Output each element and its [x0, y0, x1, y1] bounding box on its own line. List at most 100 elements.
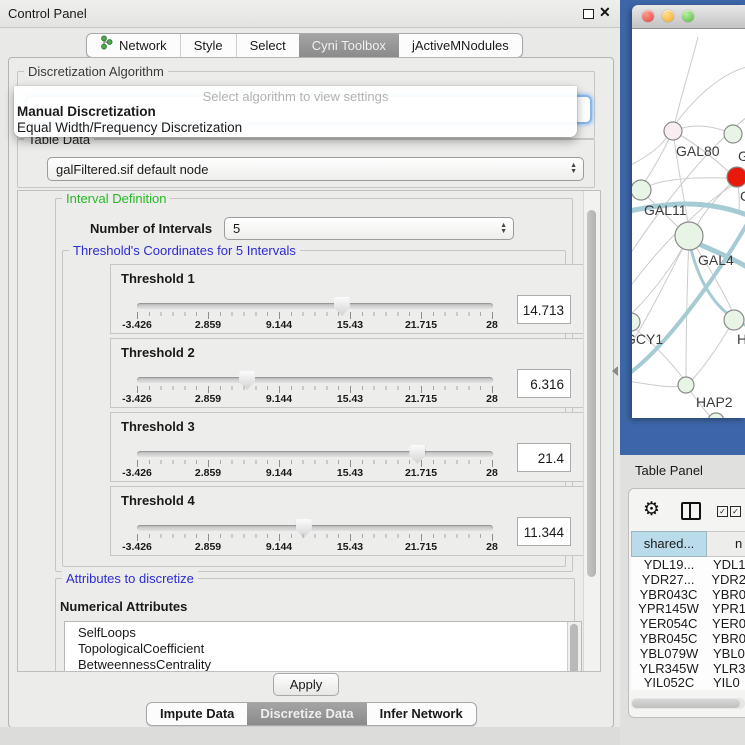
cell-shared-name[interactable]: YDL19... — [631, 557, 707, 572]
number-of-intervals-combobox[interactable]: 5 ▲▼ — [224, 217, 514, 240]
table-row[interactable]: YDR27...YDR2 — [631, 572, 745, 587]
network-edge[interactable] — [692, 320, 734, 380]
slider-tick-label: 21.715 — [405, 393, 437, 405]
table-row[interactable]: YIL052CYIL0 — [631, 675, 745, 690]
network-edge[interactable] — [632, 236, 689, 315]
network-edge[interactable] — [673, 67, 745, 127]
network-node-green[interactable] — [632, 313, 640, 331]
slider-major-ticks — [137, 312, 493, 319]
cell-shared-name[interactable]: YBR043C — [631, 587, 706, 602]
combo-stepper-icon: ▲▼ — [500, 218, 507, 239]
table-row[interactable]: YBR045CYBR0 — [631, 631, 745, 646]
float-window-icon[interactable] — [583, 9, 594, 19]
network-node-green[interactable] — [724, 310, 744, 330]
cell-name[interactable]: YDL1 — [707, 557, 745, 572]
close-traffic-light-icon[interactable] — [642, 10, 654, 22]
cell-name[interactable]: YIL0 — [707, 675, 740, 690]
cell-name[interactable]: YLR3 — [707, 661, 745, 676]
network-canvas[interactable]: GAL80GAGAL11CGAL4GCY1HHAP2 — [632, 29, 745, 418]
attribute-list-item[interactable]: TopologicalCoefficient — [65, 641, 581, 657]
numerical-attributes-list[interactable]: SelfLoopsTopologicalCoefficientBetweenne… — [64, 621, 582, 672]
number-of-intervals-label: Number of Intervals — [90, 221, 212, 236]
table-row[interactable]: YDL19...YDL1 — [631, 557, 745, 572]
network-node-green[interactable] — [708, 413, 724, 418]
network-node-green[interactable] — [678, 377, 694, 393]
table-header-row: shared... n — [631, 531, 745, 557]
table-row[interactable]: YER054CYER0 — [631, 616, 745, 631]
combo-stepper-icon: ▲▼ — [570, 158, 577, 180]
checkbox-icon[interactable]: ✓ — [717, 506, 728, 517]
apply-button[interactable]: Apply — [273, 673, 339, 696]
zoom-traffic-light-icon[interactable] — [682, 10, 694, 22]
tab-infer-network[interactable]: Infer Network — [367, 703, 476, 725]
cell-shared-name[interactable]: YLR345W — [631, 661, 707, 676]
settings-scrollbar-thumb[interactable] — [587, 210, 596, 577]
network-node-red[interactable] — [727, 167, 745, 187]
tab-network[interactable]: Network — [87, 34, 180, 57]
threshold-row: Threshold 3-3.4262.8599.14415.4321.71528… — [110, 412, 601, 482]
column-header-name[interactable]: n — [707, 531, 745, 557]
cell-name[interactable]: YBR0 — [706, 587, 745, 602]
split-divider-handle[interactable] — [612, 366, 618, 376]
network-edge[interactable] — [632, 381, 679, 387]
gear-icon[interactable]: ⚙ — [643, 498, 660, 521]
table-row[interactable]: YBL079WYBL0 — [631, 646, 745, 661]
algorithm-option-equal-width[interactable]: Equal Width/Frequency Discretization — [17, 120, 242, 135]
network-edge[interactable] — [686, 236, 689, 377]
cell-shared-name[interactable]: YBR045C — [631, 631, 706, 646]
threshold-slider-track[interactable] — [137, 451, 493, 457]
cell-shared-name[interactable]: YPR145W — [631, 601, 706, 616]
threshold-value-field[interactable]: 11.344 — [517, 517, 571, 546]
network-node-label: GCY1 — [632, 331, 663, 347]
table-row[interactable]: YBR043CYBR0 — [631, 587, 745, 602]
network-window-titlebar[interactable] — [632, 5, 745, 29]
slider-tick-label: 9.144 — [266, 467, 292, 479]
table-horizontal-scrollbar[interactable] — [631, 698, 745, 709]
minimize-traffic-light-icon[interactable] — [662, 10, 674, 22]
table-row[interactable]: YPR145WYPR1 — [631, 601, 745, 616]
attributes-scrollbar-thumb[interactable] — [570, 624, 578, 672]
cell-shared-name[interactable]: YIL052C — [631, 675, 707, 690]
column-layout-icon[interactable] — [681, 502, 701, 520]
threshold-value-field[interactable]: 14.713 — [517, 295, 571, 324]
cell-name[interactable]: YPR1 — [706, 601, 745, 616]
cell-name[interactable]: YBL0 — [707, 646, 745, 661]
cell-name[interactable]: YER0 — [706, 616, 745, 631]
threshold-value-field[interactable]: 6.316 — [517, 369, 571, 398]
network-node-green[interactable] — [724, 125, 742, 143]
algorithm-option-manual[interactable]: Manual Discretization — [17, 104, 156, 119]
cell-name[interactable]: YBR0 — [706, 631, 745, 646]
attribute-list-item[interactable]: SelfLoops — [65, 625, 581, 641]
tab-impute-data[interactable]: Impute Data — [147, 703, 247, 725]
bottom-tabbar: Impute Data Discretize Data Infer Networ… — [146, 702, 477, 726]
slider-tick-label: 21.715 — [405, 319, 437, 331]
tab-jactivemnodules[interactable]: jActiveMNodules — [399, 34, 522, 57]
threshold-value-field[interactable]: 21.4 — [517, 443, 571, 472]
checkbox-icon[interactable]: ✓ — [730, 506, 741, 517]
close-icon[interactable]: ✕ — [599, 4, 611, 21]
table-row[interactable]: YLR345WYLR3 — [631, 661, 745, 676]
tab-style[interactable]: Style — [180, 34, 236, 57]
tab-cyni-toolbox[interactable]: Cyni Toolbox — [299, 34, 399, 57]
network-edge[interactable] — [673, 37, 698, 131]
table-scrollbar-thumb[interactable] — [632, 699, 740, 708]
tab-discretize-data[interactable]: Discretize Data — [247, 703, 366, 725]
tab-select[interactable]: Select — [236, 34, 299, 57]
network-node-pink[interactable] — [664, 122, 682, 140]
cell-name[interactable]: YDR2 — [705, 572, 745, 587]
cell-shared-name[interactable]: YBL079W — [631, 646, 707, 661]
threshold-slider-track[interactable] — [137, 525, 493, 531]
threshold-slider-track[interactable] — [137, 303, 493, 309]
settings-vertical-scrollbar[interactable] — [583, 191, 600, 671]
network-node-green[interactable] — [675, 222, 703, 250]
network-node-green[interactable] — [632, 180, 651, 200]
network-edge[interactable] — [641, 178, 727, 190]
network-edge[interactable] — [632, 138, 666, 167]
column-header-shared[interactable]: shared... — [631, 531, 707, 557]
threshold-slider-track[interactable] — [137, 377, 493, 383]
attributes-list-scrollbar[interactable] — [567, 622, 581, 672]
cell-shared-name[interactable]: YDR27... — [631, 572, 705, 587]
table-data-combobox[interactable]: galFiltered.sif default node ▲▼ — [47, 157, 584, 181]
cell-shared-name[interactable]: YER054C — [631, 616, 706, 631]
attribute-list-item[interactable]: BetweennessCentrality — [65, 657, 581, 672]
